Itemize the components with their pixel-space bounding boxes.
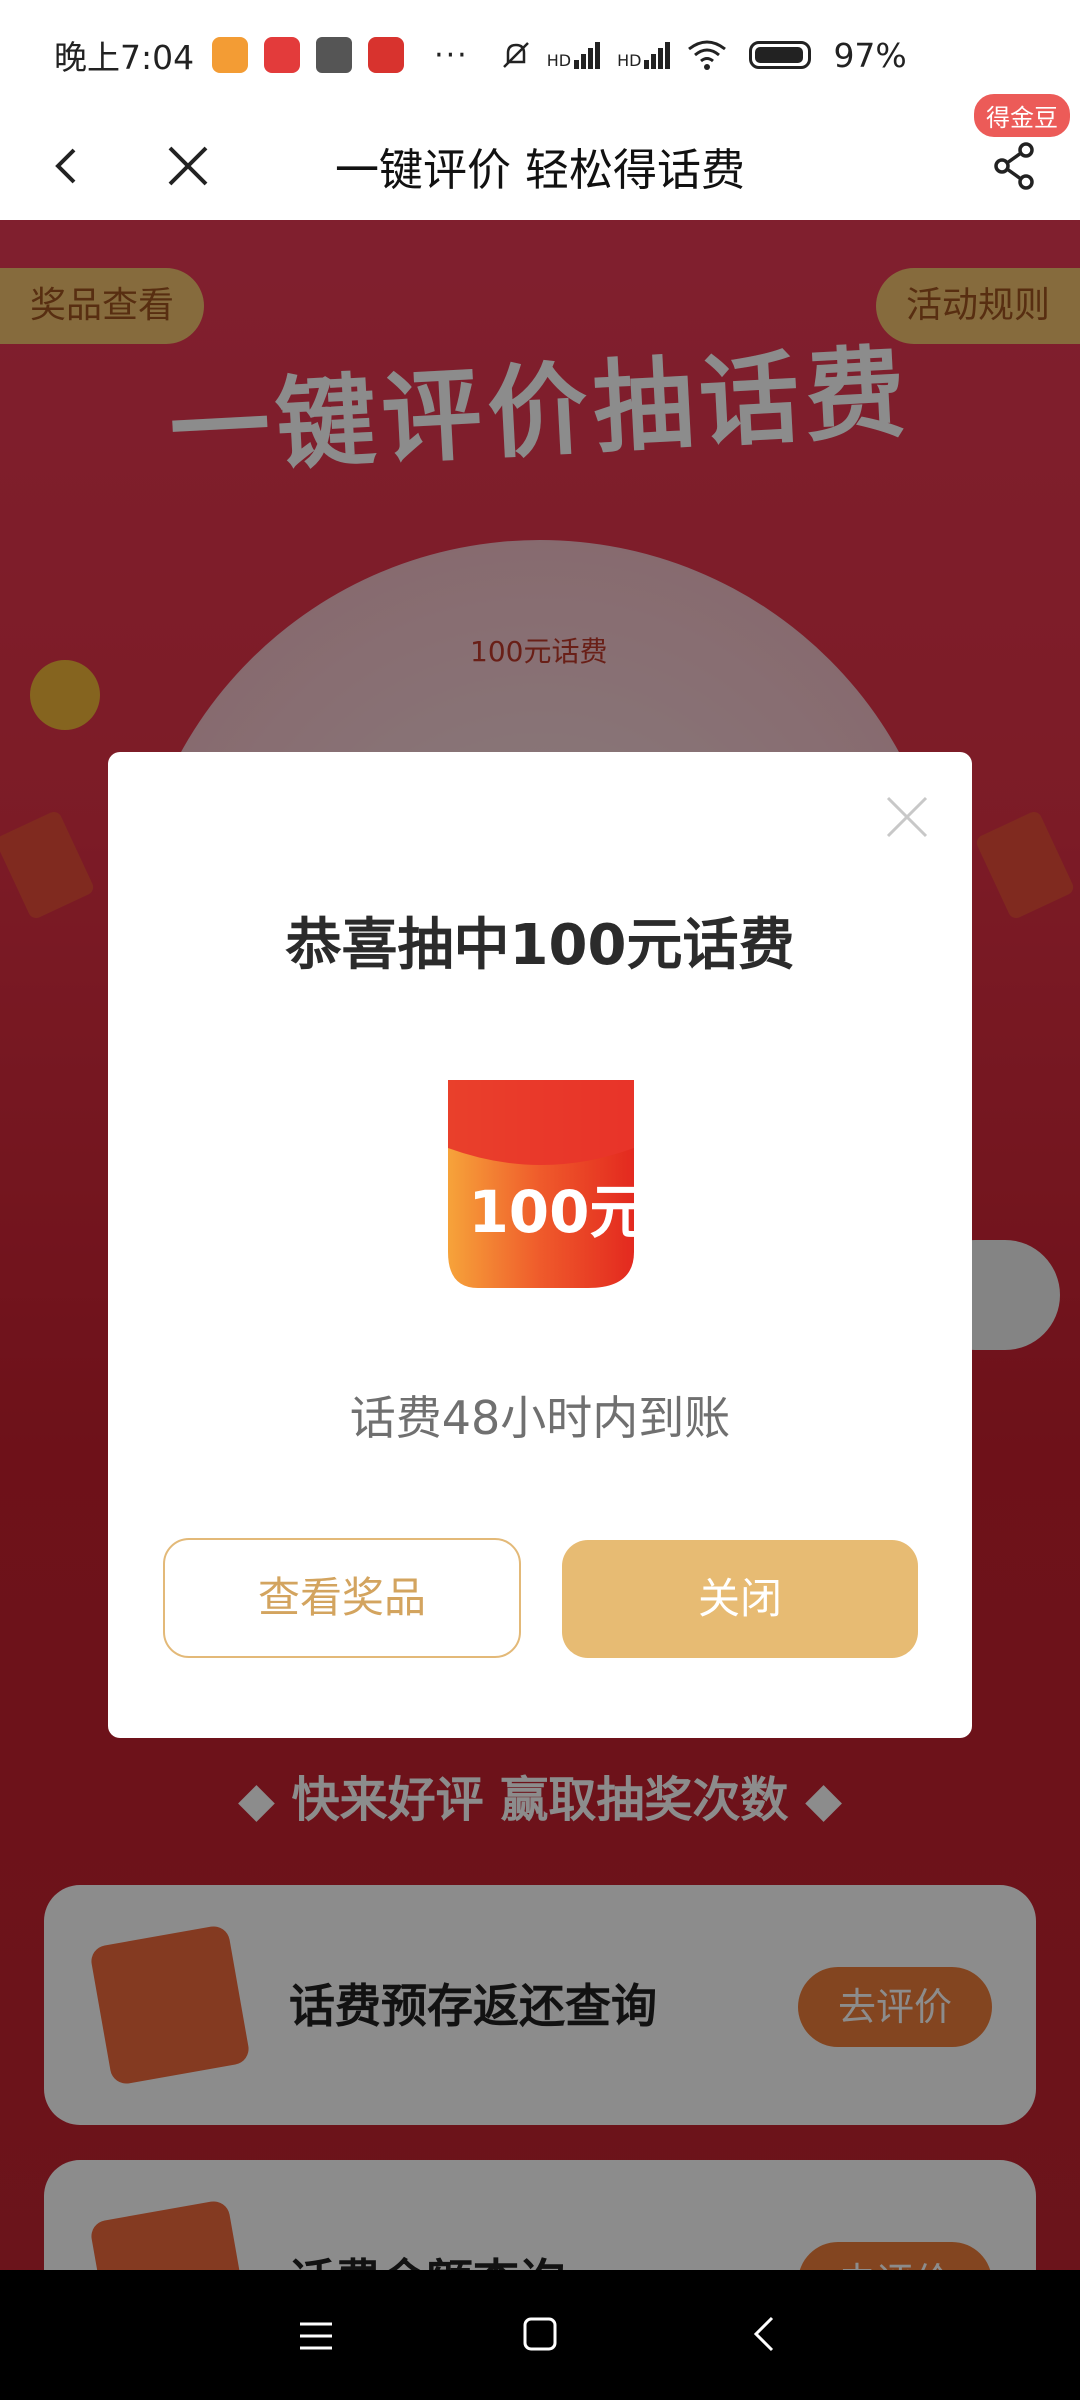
status-time: 晚上7:04 — [54, 38, 195, 77]
share-icon[interactable] — [990, 138, 1040, 194]
wifi-icon — [688, 40, 727, 70]
hd-label: HD — [617, 51, 642, 70]
signal-1: HD — [547, 40, 603, 70]
page-title: 一键评价 轻松得话费 — [335, 145, 745, 196]
signal-2: HD — [617, 40, 673, 70]
signal-icon — [644, 42, 671, 69]
battery-percent: 97% — [833, 35, 907, 75]
more-notifications-icon: ··· — [434, 37, 469, 73]
close-icon[interactable] — [884, 794, 930, 840]
navigation-bar: 一键评价 轻松得话费 — [0, 110, 1080, 221]
view-prize-button[interactable]: 查看奖品 — [163, 1538, 521, 1658]
dialog-title: 恭喜抽中100元话费 — [108, 900, 972, 981]
battery-icon — [749, 41, 812, 69]
prize-arrival-note: 话费48小时内到账 — [349, 1391, 731, 1445]
hd-label: HD — [546, 51, 572, 70]
system-navigation-bar — [0, 2270, 1080, 2400]
signal-icon — [574, 42, 601, 69]
prize-amount: 100元 — [468, 1178, 647, 1246]
shield-app-icon — [212, 37, 249, 73]
close-dialog-button[interactable]: 关闭 — [562, 1540, 918, 1658]
phone-credit-envelope-icon: 100元 — [448, 1080, 648, 1288]
prize-dialog: 恭喜抽中100元话费 100元 话费48小时内到账 查看奖品 关闭 — [108, 752, 972, 1738]
mute-bell-icon — [502, 42, 529, 68]
menu-icon[interactable] — [296, 2316, 336, 2356]
home-icon[interactable] — [520, 2314, 560, 2354]
news-app-icon — [264, 37, 301, 73]
app-notification-icon — [368, 37, 405, 73]
message-icon — [316, 37, 353, 73]
status-bar: 晚上7:04 ··· HD HD 97% — [0, 0, 1080, 110]
back-icon[interactable] — [746, 2314, 786, 2354]
gold-beans-badge: 得金豆 — [972, 92, 1072, 139]
